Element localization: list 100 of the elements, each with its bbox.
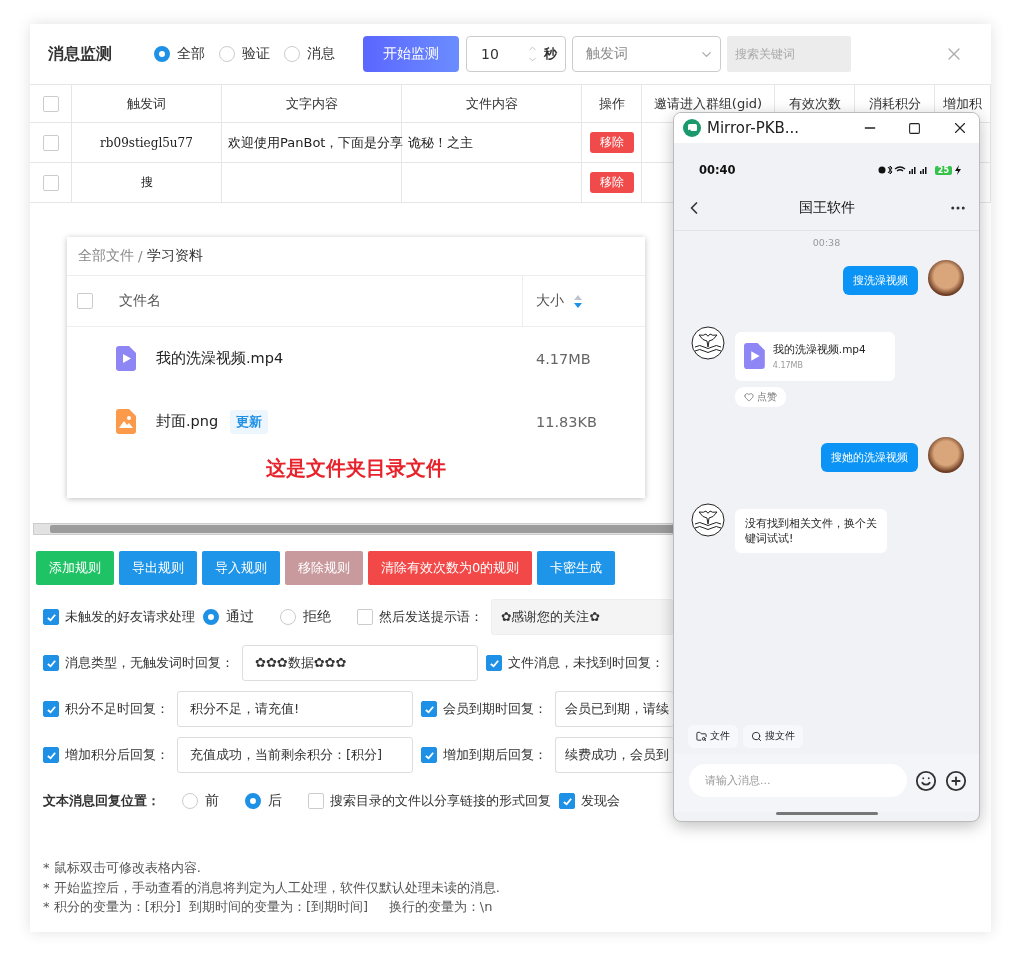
file-name[interactable]: 我的洗澡视频.mp4 [156,349,284,368]
message-bubble: 搜她的洗澡视频 [821,443,918,472]
horizontal-scrollbar[interactable] [33,523,673,535]
folder-search-icon [696,731,707,742]
checkbox[interactable] [43,609,59,625]
checkbox[interactable] [77,293,93,309]
column-header: 操作 [582,85,642,123]
checkbox-option[interactable]: 发现会 [559,792,620,810]
note-text: * 积分的变量为：[积分] 到期时间的变量为：[到期时间] 换行的变量为：\n [43,898,494,916]
unit-label: 秒 [544,45,557,63]
checkbox[interactable] [42,174,59,191]
file-message[interactable]: 我的洗澡视频.mp4 4.17MB [735,332,895,381]
field-label: 文本消息回复位置： [43,792,160,810]
checkmark-icon [45,749,57,761]
checkbox[interactable] [42,95,59,112]
emoji-icon[interactable] [915,769,937,792]
checkbox[interactable] [357,609,373,625]
reply-field[interactable]: ✿✿✿数据✿✿✿ [242,645,478,681]
checkmark-icon [488,657,500,669]
checkbox[interactable] [421,701,437,717]
radio-option[interactable]: 通过 [203,608,254,626]
checkbox[interactable] [43,701,59,717]
checkbox[interactable] [559,793,575,809]
breadcrumb-separator: / [138,248,143,264]
filter-radio[interactable]: 全部 [154,45,205,63]
checkbox[interactable] [42,134,59,151]
add-icon[interactable] [945,769,967,792]
video-file-icon [744,343,765,369]
table-cell: 搜 [72,163,222,203]
checkmark-icon [45,657,57,669]
checkbox-option[interactable]: 然后发送提示语： [357,608,483,626]
search-icon [751,731,762,742]
filter-radio[interactable]: 验证 [219,45,270,63]
reply-field[interactable]: 会员已到期，请续 [555,691,673,727]
column-header: 文件内容 [402,85,582,123]
checkbox[interactable] [486,655,502,671]
update-tag: 更新 [230,409,269,434]
checkbox[interactable] [421,747,437,763]
file-name[interactable]: 封面.png [156,412,219,431]
page-title: 消息监测 [48,43,112,65]
checkmark-icon [45,611,57,623]
checkbox[interactable] [43,655,59,671]
image-file-icon [116,409,136,434]
battery-level: 25 [934,165,952,175]
checkbox-option[interactable]: 会员到期时回复： [421,700,547,718]
video-file-icon [116,346,136,371]
reply-field[interactable]: 续费成功，会员到 [555,737,673,773]
checkbox-option[interactable]: 增加积分后回复： [43,746,169,764]
checkmark-icon [561,795,573,807]
like-button[interactable]: 点赞 [735,387,786,407]
column-header: 文件名 [119,292,161,310]
remove-button[interactable]: 移除 [589,132,634,153]
column-header: 文字内容 [222,85,402,123]
table-cell: rb09stiegl5u77 [72,123,222,163]
sort-icon[interactable] [574,294,582,308]
note-text: * 开始监控后，手动查看的消息将判定为人工处理，软件仅默认处理未读的消息. [43,878,500,897]
checkbox-option[interactable]: 搜索目录的文件以分享链接的形式回复 [308,792,551,810]
file-size: 11.83KB [535,413,598,430]
column-header: 大小 [536,292,564,310]
trigger-select[interactable]: 触发词 [572,36,721,72]
checkmark-icon [423,703,435,715]
checkbox-option[interactable]: 未触发的好友请求处理 [43,608,195,626]
column-header: 触发词 [72,85,222,123]
avatar [928,260,964,296]
radio-option[interactable]: 前 [182,792,219,810]
start-button[interactable]: 开始监测 [363,36,459,72]
table-cell: 诡秘！之主 [402,123,582,163]
heart-icon [744,392,754,402]
checkbox-option[interactable]: 文件消息，未找到时回复： [486,654,664,672]
maximize-icon[interactable] [908,121,921,135]
message-bubble: 搜洗澡视频 [843,266,918,295]
checkbox[interactable] [308,793,324,809]
action-button[interactable]: 清除有效次数为0的规则 [368,551,533,585]
whale-tail-avatar-icon [691,326,725,360]
filter-radio[interactable]: 消息 [284,45,335,63]
reply-field[interactable]: 充值成功，当前剩余积分：[积分] [177,737,413,773]
status-icons [877,165,930,175]
file-size: 4.17MB [535,350,592,367]
remove-button[interactable]: 移除 [589,172,634,193]
breadcrumb-link[interactable]: 学习资料 [146,247,203,265]
message-bubble: 没有找到相关文件，换个关键词试试! [735,509,887,553]
status-time: 00:40 [699,163,736,177]
chat-title: 国王软件 [798,198,855,217]
reply-field[interactable]: 积分不足，请充值! [177,691,413,727]
radio-option[interactable]: 后 [245,792,282,810]
checkmark-icon [45,703,57,715]
note-text: * 鼠标双击可修改表格内容. [43,859,202,877]
caption-text: 这是文件夹目录文件 [265,455,447,482]
table-cell: 欢迎使用PanBot，下面是分享 [222,123,402,163]
checkbox-option[interactable]: 积分不足时回复： [43,700,169,718]
whale-tail-avatar-icon [691,503,725,537]
quick-action-button[interactable]: 文件 [688,725,738,748]
checkbox-option[interactable]: 消息类型，无触发词时回复： [43,654,234,672]
app-icon [683,119,701,137]
charging-icon [955,165,961,175]
quick-action-button[interactable]: 搜文件 [743,725,803,748]
radio-option[interactable]: 拒绝 [280,608,331,626]
checkbox-option[interactable]: 增加到期后回复： [421,746,547,764]
breadcrumb-link[interactable]: 全部文件 [78,247,134,265]
checkbox[interactable] [43,747,59,763]
